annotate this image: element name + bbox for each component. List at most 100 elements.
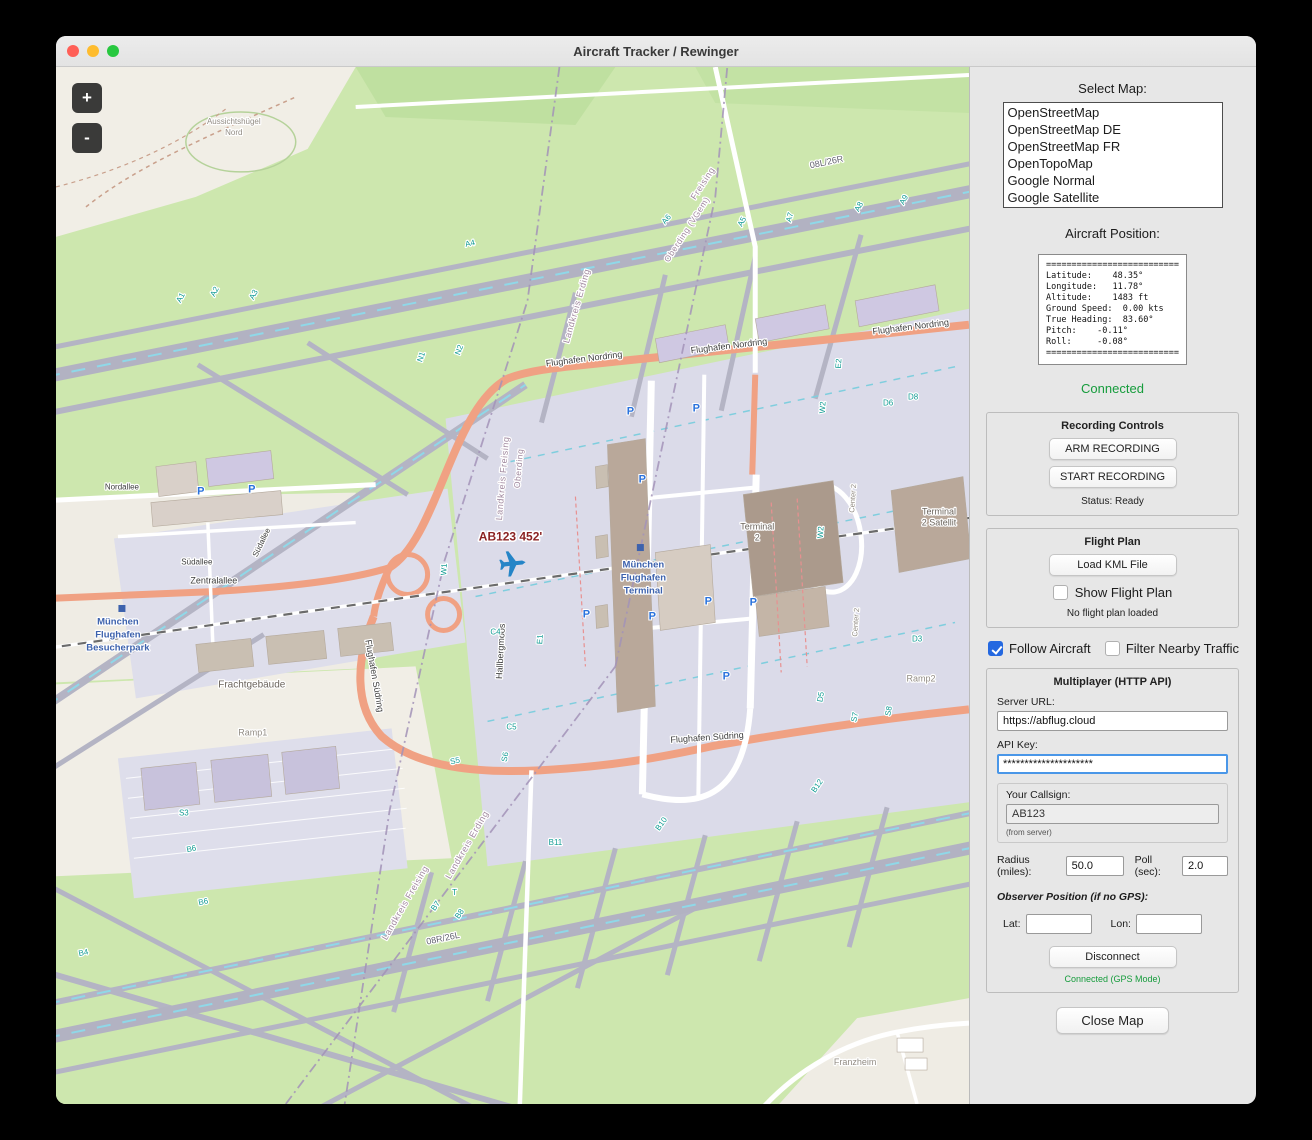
map-label: Flughafen: [95, 629, 141, 640]
fullscreen-window-button[interactable]: [107, 45, 119, 57]
api-key-input[interactable]: [997, 754, 1228, 775]
map-option-item[interactable]: OpenStreetMap FR: [1004, 138, 1222, 155]
select-map-label: Select Map:: [1078, 81, 1147, 96]
map-label: B11: [549, 838, 563, 847]
parking-icon: P: [723, 670, 730, 682]
follow-aircraft-checkbox[interactable]: [988, 641, 1003, 657]
aircraft-callsign-label: AB123 452': [479, 530, 543, 544]
map-option-item[interactable]: OpenStreetMap DE: [1004, 121, 1222, 138]
map-label: 2: [755, 533, 760, 543]
map-label: 2 Satellit: [922, 518, 957, 528]
lon-input[interactable]: [1135, 914, 1202, 935]
map-label: Nordallee: [105, 483, 140, 492]
map-label: D8: [908, 393, 919, 402]
map-label: C5: [506, 722, 517, 731]
arm-recording-button[interactable]: ARM RECORDING: [1048, 438, 1177, 461]
window-title: Aircraft Tracker / Rewinger: [573, 43, 739, 59]
map-label: Nord: [225, 128, 242, 137]
map-select-list[interactable]: OpenStreetMap OpenStreetMap DE OpenStree…: [1002, 102, 1223, 208]
map-label: W1: [439, 562, 449, 575]
load-kml-button[interactable]: Load KML File: [1048, 554, 1177, 577]
parking-icon: P: [693, 403, 700, 415]
map-label: Südallee: [181, 558, 213, 567]
parking-icon: P: [583, 608, 590, 620]
map-label: Besucherpark: [86, 642, 150, 653]
map-canvas[interactable]: Aussichtshügel Nord Freising Oberding (VGem…: [56, 67, 970, 1104]
station-icon: [118, 604, 126, 612]
map-label: S3: [179, 808, 189, 817]
callsign-panel: Your Callsign: (from server): [997, 783, 1228, 844]
flight-plan-status: No flight plan loaded: [1066, 608, 1159, 620]
filter-traffic-checkbox[interactable]: [1104, 641, 1120, 657]
poll-label: Poll (sec):: [1134, 854, 1161, 879]
map-label: D5: [815, 691, 826, 703]
map-label: Terminal: [740, 522, 774, 532]
callsign-label: Your Callsign:: [1006, 789, 1071, 802]
map-label: Zentralallee: [190, 576, 237, 586]
close-map-button[interactable]: Close Map: [1056, 1007, 1169, 1035]
aircraft-position-readout: ========================== Latitude: 48.…: [1037, 254, 1188, 366]
map-label: Flughafen: [621, 573, 667, 584]
radius-input[interactable]: [1065, 856, 1124, 877]
map-label: München: [623, 560, 665, 571]
api-key-label: API Key:: [997, 739, 1038, 752]
app-window: Aircraft Tracker / Rewinger Aussichtshüg…: [56, 36, 1256, 1104]
zoom-in-button[interactable]: +: [72, 83, 102, 113]
lat-input[interactable]: [1025, 914, 1092, 935]
map-label: Franzheim: [834, 1057, 876, 1067]
map-label: Ramp2: [907, 673, 936, 683]
recording-controls-group: Recording Controls ARM RECORDING START R…: [986, 412, 1239, 517]
map-label: T: [452, 888, 457, 897]
poll-input[interactable]: [1182, 856, 1228, 877]
disconnect-button[interactable]: Disconnect: [1048, 946, 1177, 969]
radius-label: Radius (miles):: [997, 854, 1032, 879]
map-option-item[interactable]: OpenStreetMap: [1004, 104, 1222, 121]
map-option-item[interactable]: OpenTopoMap: [1004, 155, 1222, 172]
map-label: Terminal: [624, 585, 663, 596]
callsign-input[interactable]: [1006, 804, 1219, 825]
parking-icon: P: [639, 474, 646, 486]
server-url-input[interactable]: [997, 711, 1228, 732]
map-label: München: [97, 616, 139, 627]
map-label: D6: [883, 399, 894, 408]
map-option-item[interactable]: Google Normal: [1004, 172, 1222, 189]
map-svg: AussichtshügelNordFreisingOberding (VGem…: [56, 67, 969, 1104]
map-zoom-controls: + -: [72, 83, 102, 153]
map-label: Aussichtshügel: [207, 117, 261, 126]
follow-aircraft-label: Follow Aircraft: [1009, 641, 1091, 657]
station-icon: [636, 544, 644, 552]
show-flight-plan-checkbox[interactable]: [1052, 585, 1068, 601]
flight-plan-title: Flight Plan: [1084, 536, 1141, 549]
minimize-window-button[interactable]: [87, 45, 99, 57]
show-flight-plan-label: Show Flight Plan: [1074, 585, 1173, 601]
map-label: Frachtgebäude: [218, 679, 286, 690]
zoom-out-button[interactable]: -: [72, 123, 102, 153]
parking-icon: P: [627, 406, 634, 418]
recording-controls-title: Recording Controls: [1061, 420, 1164, 433]
parking-icon: P: [705, 595, 712, 607]
multiplayer-status: Connected (GPS Mode): [1064, 974, 1161, 985]
map-label: C4: [490, 627, 501, 636]
multiplayer-title: Multiplayer (HTTP API): [1053, 676, 1172, 689]
filter-traffic-label: Filter Nearby Traffic: [1125, 641, 1239, 657]
window-titlebar[interactable]: Aircraft Tracker / Rewinger: [56, 36, 1256, 67]
parking-icon: P: [248, 484, 255, 496]
map-label: W2: [818, 401, 828, 414]
parking-icon: P: [750, 596, 757, 608]
flight-plan-group: Flight Plan Load KML File Show Flight Pl…: [986, 528, 1239, 629]
map-label: Ramp1: [238, 727, 267, 737]
server-url-label: Server URL:: [997, 696, 1055, 709]
observer-position-label: Observer Position (if no GPS):: [997, 891, 1149, 904]
map-label: W2: [816, 526, 826, 539]
map-option-item[interactable]: Google Satellite: [1004, 189, 1222, 206]
parking-icon: P: [197, 486, 204, 498]
lat-label: Lat:: [1003, 918, 1021, 931]
map-label: Terminal: [922, 507, 956, 517]
connection-status: Connected: [1081, 381, 1144, 397]
close-window-button[interactable]: [67, 45, 79, 57]
start-recording-button[interactable]: START RECORDING: [1048, 466, 1177, 489]
map-label: E2: [834, 358, 844, 369]
callsign-source-note: (from server): [1006, 828, 1052, 838]
lon-label: Lon:: [1110, 918, 1131, 931]
multiplayer-group: Multiplayer (HTTP API) Server URL: API K…: [986, 668, 1239, 994]
